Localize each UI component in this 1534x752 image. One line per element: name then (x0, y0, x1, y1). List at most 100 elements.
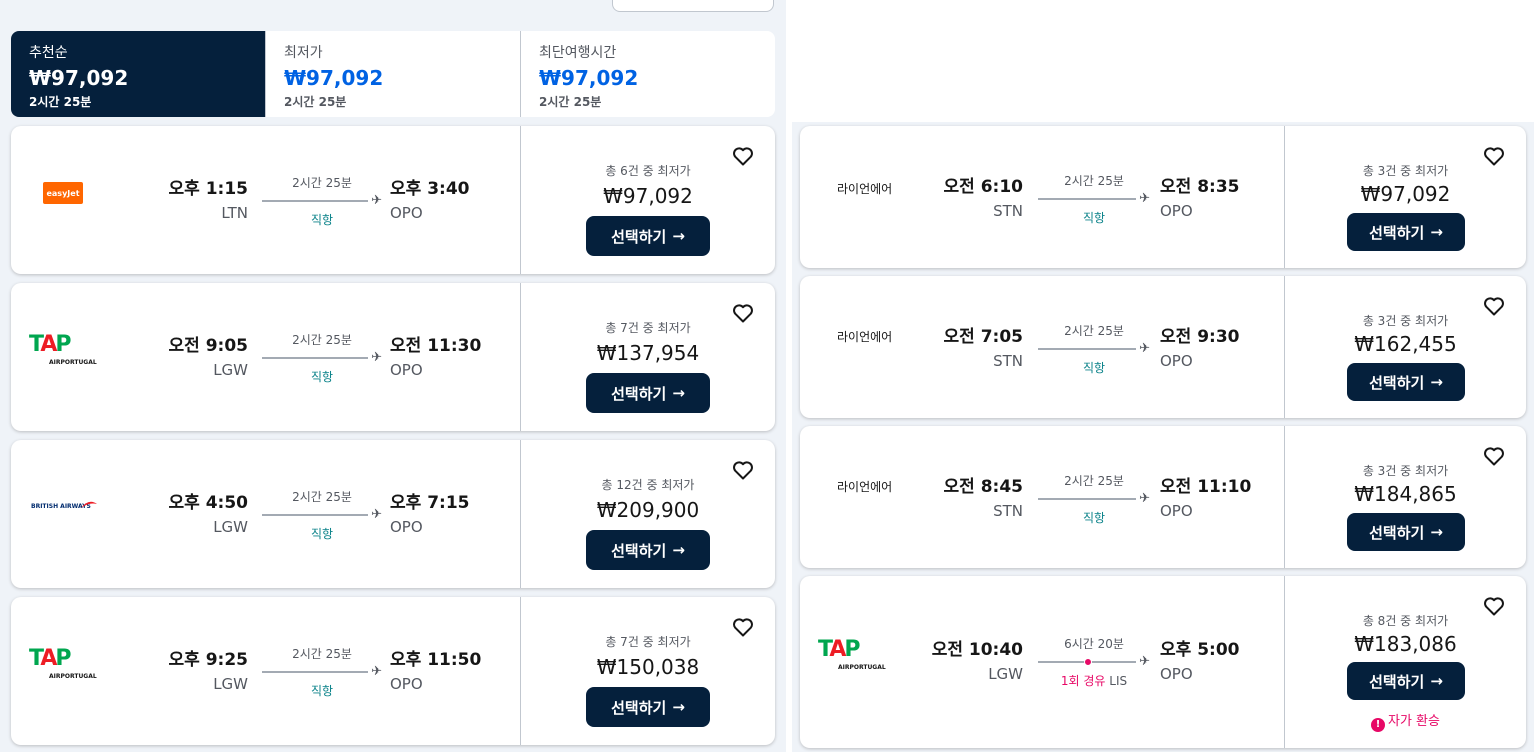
tap-logo: TAP AIRPORTUGAL (29, 332, 97, 367)
arrival-time: 오후 3:40 (390, 179, 470, 199)
tap-logo: TAP AIRPORTUGAL (29, 646, 97, 681)
arrival-time: 오후 11:50 (390, 650, 482, 670)
select-button[interactable]: 선택하기 → (1347, 513, 1465, 551)
select-label: 선택하기 (611, 227, 667, 246)
arrival: 오전 8:35 OPO (1160, 172, 1239, 220)
tab-price: ₩97,092 (284, 66, 384, 90)
arrow-right-icon: → (672, 227, 685, 245)
arrival-airport: OPO (1160, 502, 1193, 520)
tab-fastest[interactable]: 최단여행시간 ₩97,092 2시간 25분 (521, 31, 775, 117)
british-airways-logo: BRITISH AIRWAYS (31, 500, 103, 514)
flight-card[interactable]: 라이언에어 오전 6:10 STN 2시간 25분 ✈ 직항 오전 8:35 O… (800, 126, 1526, 268)
plane-icon: ✈ (371, 350, 382, 365)
arrow-right-icon: → (1430, 523, 1443, 541)
self-transfer-warning: ! 자가 환승 (1285, 710, 1526, 732)
select-label: 선택하기 (1369, 523, 1425, 542)
flight-route: 2시간 25분 ✈ 직항 (262, 488, 382, 542)
price-section: 총 7건 중 최저가 ₩137,954 선택하기 → (521, 283, 775, 431)
arrival-airport: OPO (1160, 665, 1193, 683)
flight-card[interactable]: TAP AIRPORTUGAL 오전 9:05 LGW 2시간 25분 ✈ 직항… (11, 283, 775, 431)
arrival: 오전 11:30 OPO (390, 331, 481, 379)
arrival-time: 오후 7:15 (390, 493, 470, 513)
select-button[interactable]: 선택하기 → (586, 216, 710, 256)
flight-route: 2시간 25분 ✈ 직항 (1038, 472, 1150, 526)
flight-duration: 2시간 25분 (292, 490, 352, 504)
price-section: 총 3건 중 최저가 ₩162,455 선택하기 → (1285, 276, 1526, 418)
itinerary: BRITISH AIRWAYS 오후 4:50 LGW 2시간 25분 ✈ 직항… (11, 440, 521, 588)
departure-airport: STN (993, 352, 1023, 370)
flight-duration: 6시간 20분 (1064, 637, 1124, 651)
filter-button-stub[interactable] (612, 0, 774, 12)
arrow-right-icon: → (672, 541, 685, 559)
departure-time: 오전 9:05 (168, 336, 248, 356)
arrival: 오후 3:40 OPO (390, 174, 469, 222)
results-panel-left: 추천순 ₩97,092 2시간 25분 최저가 ₩97,092 2시간 25분 … (0, 0, 786, 752)
flight-duration: 2시간 25분 (1064, 324, 1124, 338)
flight-card[interactable]: easyJet 오후 1:15 LTN 2시간 25분 ✈ 직항 오후 3:40… (11, 126, 775, 274)
arrival-airport: OPO (1160, 352, 1193, 370)
flight-card[interactable]: TAP AIRPORTUGAL 오전 10:40 LGW 6시간 20분 ✈ 1… (800, 576, 1526, 748)
plane-icon: ✈ (371, 664, 382, 679)
select-button[interactable]: 선택하기 → (1347, 213, 1465, 251)
stops-info: 1회 경유 LIS (1038, 672, 1150, 689)
departure-time: 오전 7:05 (943, 327, 1023, 347)
tap-logo-sub: AIRPORTUGAL (49, 359, 97, 366)
tab-cheapest[interactable]: 최저가 ₩97,092 2시간 25분 (266, 31, 521, 117)
departure-airport: LGW (213, 675, 248, 693)
plane-icon: ✈ (1139, 191, 1150, 206)
select-button[interactable]: 선택하기 → (586, 687, 710, 727)
route-line: ✈ (262, 194, 382, 208)
stops-label: 직항 (1082, 361, 1106, 375)
price: ₩150,038 (596, 655, 700, 679)
flight-duration: 2시간 25분 (292, 176, 352, 190)
departure-airport: LGW (213, 361, 248, 379)
flight-route: 2시간 25분 ✈ 직항 (262, 331, 382, 385)
arrival: 오전 9:30 OPO (1160, 322, 1239, 370)
departure: 오후 1:15 LTN (169, 174, 248, 222)
select-label: 선택하기 (611, 541, 667, 560)
price: ₩137,954 (596, 341, 700, 365)
arrival-airport: OPO (390, 361, 423, 379)
arrival-time: 오전 9:30 (1160, 327, 1240, 347)
plane-icon: ✈ (1139, 654, 1150, 669)
departure-time: 오후 4:50 (168, 493, 248, 513)
tab-label: 최단여행시간 (539, 45, 617, 61)
select-button[interactable]: 선택하기 → (586, 530, 710, 570)
layover-dot (1084, 658, 1092, 666)
select-label: 선택하기 (1369, 373, 1425, 392)
flight-route: 2시간 25분 ✈ 직항 (1038, 172, 1150, 226)
departure-time: 오전 6:10 (943, 177, 1023, 197)
itinerary: 라이언에어 오전 8:45 STN 2시간 25분 ✈ 직항 오전 11:10 … (800, 426, 1285, 568)
stops-label: 직항 (310, 684, 334, 698)
flight-card[interactable]: BRITISH AIRWAYS 오후 4:50 LGW 2시간 25분 ✈ 직항… (11, 440, 775, 588)
select-button[interactable]: 선택하기 → (586, 373, 710, 413)
arrow-right-icon: → (1430, 672, 1443, 690)
tab-best[interactable]: 추천순 ₩97,092 2시간 25분 (11, 31, 266, 117)
tap-logo: TAP AIRPORTUGAL (818, 637, 886, 672)
sort-tabs: 추천순 ₩97,092 2시간 25분 최저가 ₩97,092 2시간 25분 … (11, 31, 775, 117)
departure-airport: STN (993, 502, 1023, 520)
arrival-airport: OPO (390, 675, 423, 693)
itinerary: easyJet 오후 1:15 LTN 2시간 25분 ✈ 직항 오후 3:40… (11, 126, 521, 274)
flight-card[interactable]: 라이언에어 오전 7:05 STN 2시간 25분 ✈ 직항 오전 9:30 O… (800, 276, 1526, 418)
flight-card[interactable]: TAP AIRPORTUGAL 오후 9:25 LGW 2시간 25분 ✈ 직항… (11, 597, 775, 745)
flight-card[interactable]: 라이언에어 오전 8:45 STN 2시간 25분 ✈ 직항 오전 11:10 … (800, 426, 1526, 568)
price: ₩183,086 (1354, 632, 1457, 656)
ba-swoosh-icon (81, 501, 97, 508)
arrival-airport: OPO (1160, 202, 1193, 220)
tab-duration: 2시간 25분 (539, 95, 602, 109)
ryanair-logo: 라이언에어 (837, 182, 893, 196)
departure: 오전 7:05 STN (944, 322, 1023, 370)
select-label: 선택하기 (611, 384, 667, 403)
select-button[interactable]: 선택하기 → (1347, 363, 1465, 401)
arrival: 오후 11:50 OPO (390, 645, 481, 693)
route-line: ✈ (1038, 192, 1150, 206)
departure: 오전 9:05 LGW (169, 331, 248, 379)
price: ₩97,092 (1360, 182, 1451, 206)
itinerary: TAP AIRPORTUGAL 오전 9:05 LGW 2시간 25분 ✈ 직항… (11, 283, 521, 431)
select-label: 선택하기 (611, 698, 667, 717)
self-transfer-label: 자가 환승 (1388, 714, 1440, 729)
flight-duration: 2시간 25분 (292, 333, 352, 347)
select-button[interactable]: 선택하기 → (1347, 662, 1465, 700)
arrival: 오후 7:15 OPO (390, 488, 469, 536)
